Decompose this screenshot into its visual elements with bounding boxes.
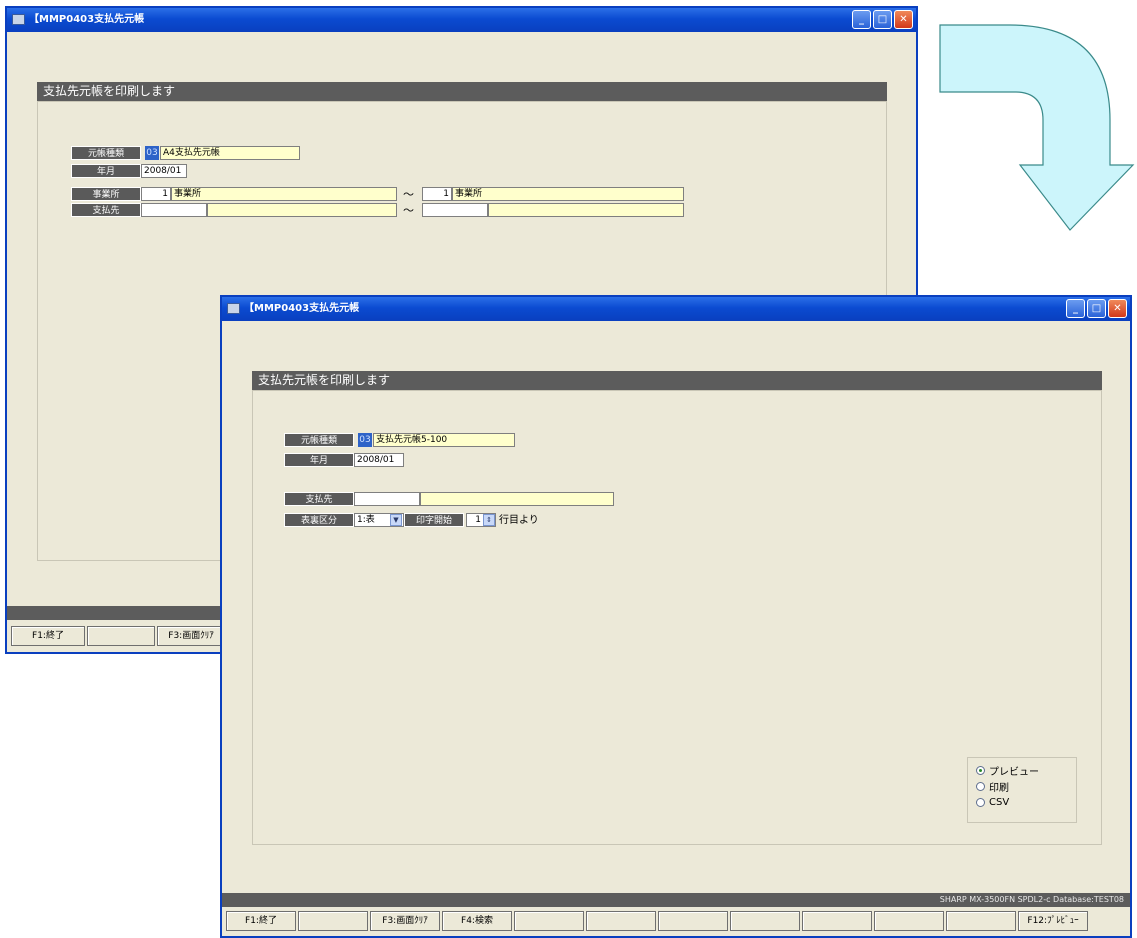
curved-arrow-icon [939, 24, 1135, 231]
titlebar: 【MMP0403支払先元帳 _ □ ✕ [7, 8, 916, 32]
option-label: 印刷 [989, 782, 1009, 794]
f12-preview-button[interactable]: F12:ﾌﾟﾚﾋﾞｭｰ [1018, 911, 1088, 931]
f6-button[interactable] [586, 911, 656, 931]
option-preview[interactable]: プレビュー [976, 762, 1068, 778]
payee-from-code[interactable] [141, 203, 207, 217]
ledger-type-label: 元帳種類 [284, 433, 354, 447]
f1-exit-button[interactable]: F1:終了 [11, 626, 85, 646]
window-title: 【MMP0403支払先元帳 [244, 303, 360, 314]
ledger-type-field[interactable]: 支払先元帳5-100 [373, 433, 515, 447]
payee-name-field[interactable] [420, 492, 614, 506]
app-icon [12, 14, 25, 25]
chevron-down-icon[interactable]: ▼ [390, 514, 402, 526]
function-key-bar: F1:終了 F3:画面ｸﾘｱ F4:検索 F12:ﾌﾟﾚﾋﾞｭｰ [226, 911, 1088, 931]
office-to-code[interactable]: 1 [422, 187, 452, 201]
f4-search-button[interactable]: F4:検索 [442, 911, 512, 931]
office-label: 事業所 [71, 187, 141, 201]
maximize-button[interactable]: □ [1087, 299, 1106, 318]
print-side-label: 表裏区分 [284, 513, 354, 527]
option-label: CSV [989, 796, 1010, 808]
payee-from-name[interactable] [207, 203, 397, 217]
payee-label: 支払先 [71, 203, 141, 217]
office-from-code[interactable]: 1 [141, 187, 171, 201]
start-row-label: 印字開始 [404, 513, 464, 527]
f5-button[interactable] [514, 911, 584, 931]
window-foreground: 【MMP0403支払先元帳 _ □ ✕ 支払先元帳を印刷します 元帳種類 03 … [220, 295, 1132, 938]
range-separator: ～ [403, 188, 414, 201]
year-month-field[interactable]: 2008/01 [141, 164, 187, 178]
ledger-type-code[interactable]: 03 [145, 146, 159, 160]
f3-clear-button[interactable]: F3:画面ｸﾘｱ [157, 626, 225, 646]
close-button[interactable]: ✕ [1108, 299, 1127, 318]
f3-clear-button[interactable]: F3:画面ｸﾘｱ [370, 911, 440, 931]
ledger-type-field[interactable]: A4支払先元帳 [160, 146, 300, 160]
spinner-arrows-icon[interactable]: ⇕ [483, 514, 495, 526]
radio-selected-icon[interactable] [976, 765, 985, 775]
maximize-button[interactable]: □ [873, 10, 892, 29]
output-options-group: プレビュー 印刷 CSV [967, 757, 1077, 823]
option-print[interactable]: 印刷 [976, 778, 1068, 794]
status-bar: SHARP MX-3500FN SPDL2-c Database:TEST08 [222, 893, 1130, 907]
f1-exit-button[interactable]: F1:終了 [226, 911, 296, 931]
year-month-field[interactable]: 2008/01 [354, 453, 404, 467]
close-button[interactable]: ✕ [894, 10, 913, 29]
option-csv[interactable]: CSV [976, 794, 1068, 810]
app-icon [227, 303, 240, 314]
titlebar: 【MMP0403支払先元帳 _ □ ✕ [222, 297, 1130, 321]
f9-button[interactable] [802, 911, 872, 931]
page-banner: 支払先元帳を印刷します [37, 82, 887, 101]
f2-button[interactable] [87, 626, 155, 646]
ledger-type-label: 元帳種類 [71, 146, 141, 160]
range-separator: ～ [403, 204, 414, 217]
function-key-bar: F1:終了 F3:画面ｸﾘｱ [11, 626, 225, 646]
radio-icon[interactable] [976, 781, 985, 791]
year-month-label: 年月 [71, 164, 141, 178]
f8-button[interactable] [730, 911, 800, 931]
office-from-name[interactable]: 事業所 [171, 187, 397, 201]
payee-to-code[interactable] [422, 203, 488, 217]
year-month-label: 年月 [284, 453, 354, 467]
f11-button[interactable] [946, 911, 1016, 931]
ledger-type-code[interactable]: 03 [358, 433, 372, 447]
payee-code-field[interactable] [354, 492, 420, 506]
f7-button[interactable] [658, 911, 728, 931]
page-banner: 支払先元帳を印刷します [252, 371, 1102, 390]
minimize-button[interactable]: _ [1066, 299, 1085, 318]
f10-button[interactable] [874, 911, 944, 931]
option-label: プレビュー [989, 766, 1039, 778]
window-title: 【MMP0403支払先元帳 [29, 14, 145, 25]
office-to-name[interactable]: 事業所 [452, 187, 684, 201]
radio-icon[interactable] [976, 797, 985, 807]
minimize-button[interactable]: _ [852, 10, 871, 29]
f2-button[interactable] [298, 911, 368, 931]
payee-to-name[interactable] [488, 203, 684, 217]
payee-label: 支払先 [284, 492, 354, 506]
start-row-suffix: 行目より [499, 515, 539, 526]
